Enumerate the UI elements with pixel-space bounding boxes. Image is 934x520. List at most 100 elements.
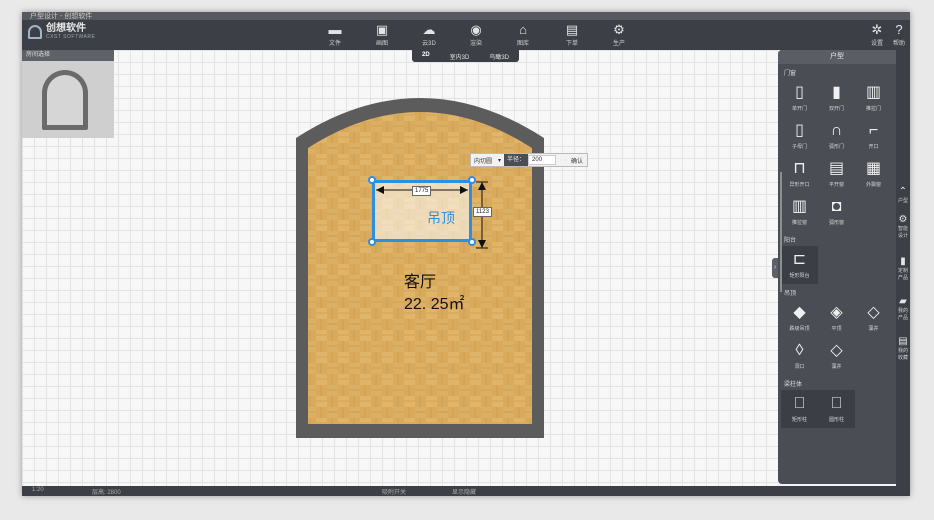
draw-icon: ▣	[375, 22, 389, 37]
round-column-icon: ⎕	[831, 395, 842, 412]
catalog-item[interactable]: ◘ 弧形窗	[818, 193, 855, 231]
catalog-item[interactable]: ⊓ 异形开口	[781, 155, 818, 193]
item-label: 开口	[868, 144, 879, 150]
strip-my-products[interactable]: ▰ 我的产品	[896, 296, 910, 321]
app-window: 户型设计 - 创想软件 创想软件 CXST SOFTWARE ▬ 文件 ▣ 画图…	[22, 12, 910, 496]
hole-icon: ◊	[795, 342, 804, 359]
stepped-ceiling-icon: ◆	[793, 304, 806, 321]
strip-label: 户型	[897, 198, 908, 204]
item-label: 矩形阳台	[789, 273, 810, 279]
strip-label: 我的收藏	[897, 348, 908, 361]
toolbar-file-button[interactable]: ▬ 文件	[318, 23, 352, 48]
toolbar-render-button[interactable]: ◉ 渲染	[459, 22, 493, 48]
catalog-item[interactable]: ◊ 洞口	[781, 337, 818, 375]
item-label: 推拉门	[865, 106, 881, 112]
catalog-item[interactable]: ▮ 双开门	[818, 79, 855, 117]
catalog-item[interactable]: ◇ 藻井	[855, 299, 892, 337]
bay-window-icon: ▦	[865, 160, 882, 177]
toolbar-order-button[interactable]: ▤ 下单	[555, 22, 589, 48]
favorite-icon: ▤	[898, 336, 908, 347]
sliding-door-icon: ▥	[865, 84, 882, 101]
logo-subtext: CXST SOFTWARE	[46, 34, 96, 40]
floor-plan[interactable]	[294, 88, 546, 438]
toolbar-cloud3d-button[interactable]: ☁ 云3D	[412, 23, 446, 48]
catalog-item[interactable]: ▦ 外飘窗	[855, 155, 892, 193]
help-button[interactable]: ? 帮助	[888, 23, 910, 48]
catalog-item[interactable]: ⎕ 圆形柱	[818, 390, 855, 428]
shape-select[interactable]: 内切圆	[471, 156, 495, 165]
toolbar-library-button[interactable]: ⌂ 图库	[506, 23, 540, 48]
room-selector[interactable]: 房间选择	[22, 50, 114, 138]
casement-window-icon: ▤	[828, 160, 845, 177]
snap-toggle[interactable]: 吸附开关	[382, 487, 406, 496]
strip-floorplan[interactable]: ⌃ 户型	[896, 186, 910, 204]
order-icon: ▤	[565, 22, 579, 37]
tab-interior-3d[interactable]: 室内3D	[440, 50, 480, 62]
catalog-item[interactable]: ▤ 平开窗	[818, 155, 855, 193]
room-area: 22. 25㎡	[404, 296, 465, 313]
toolbar-label: 生产	[612, 41, 625, 47]
item-label: 单开门	[791, 106, 807, 112]
tab-aerial-3d[interactable]: 鸟瞰3D	[479, 50, 519, 62]
strip-custom-products[interactable]: ▮ 定制产品	[896, 256, 910, 281]
height-dimension[interactable]: 1123	[473, 207, 492, 217]
room-name[interactable]: 客厅	[404, 268, 436, 292]
strip-label: 定制产品	[897, 268, 908, 281]
section-title-doors-windows: 门窗	[784, 71, 797, 77]
item-label: 跌级吊顶	[789, 326, 810, 332]
catalog-item[interactable]: ⊏ 矩形阳台	[781, 246, 818, 284]
chat-icon: ▰	[899, 296, 907, 307]
chevron-up-icon: ⌃	[898, 186, 908, 197]
item-label: 平顶	[831, 326, 842, 332]
chevron-down-icon[interactable]: ▾	[495, 157, 504, 164]
toolbar-draw-button[interactable]: ▣ 画图	[365, 22, 399, 48]
ceiling-grid: ◆ 跌级吊顶 ◈ 平顶 ◇ 藻井 ◊ 洞口 ◇ 藻井	[778, 299, 896, 375]
width-dimension[interactable]: 1775	[412, 186, 432, 196]
toolbar-label: 帮助	[892, 41, 905, 47]
opening-icon: ⌐	[868, 122, 879, 139]
logo-icon	[28, 25, 42, 39]
visibility-toggle[interactable]: 显示隐藏	[452, 487, 476, 496]
panel-collapse-button[interactable]: ›	[772, 258, 778, 278]
catalog-item[interactable]: ▥ 推拉门	[855, 79, 892, 117]
catalog-item[interactable]: ▯ 子母门	[781, 117, 818, 155]
catalog-item[interactable]: ⎕ 矩形柱	[781, 390, 818, 428]
catalog-item[interactable]: ∩ 弧形门	[818, 117, 855, 155]
coffer-ceiling-icon: ◇	[830, 342, 843, 359]
doors-windows-grid: ▯ 单开门 ▮ 双开门 ▥ 推拉门 ▯ 子母门 ∩ 弧形门 ⌐ 开口 ⊓ 异形开口 ▤ 平开窗 …	[778, 79, 896, 231]
logo-text: 创想软件	[46, 23, 86, 34]
zoom-readout: 1:20	[32, 487, 44, 493]
item-label: 圆形柱	[828, 417, 844, 423]
item-label: 外飘窗	[865, 182, 881, 188]
arch-door-icon: ∩	[830, 122, 843, 139]
chevron-right-icon: ›	[773, 264, 777, 271]
confirm-button[interactable]: 确认	[568, 156, 586, 165]
room-selector-title: 房间选择	[22, 50, 114, 61]
single-door-icon: ▯	[795, 84, 804, 101]
section-title-columns: 梁柱体	[784, 382, 803, 388]
room-thumbnail[interactable]	[42, 70, 88, 130]
radius-input[interactable]: 200	[528, 155, 557, 165]
catalog-item[interactable]: ◇ 藻井	[818, 337, 855, 375]
item-label: 藻井	[831, 364, 842, 370]
section-title-ceiling: 吊顶	[784, 291, 797, 297]
item-label: 平开窗	[828, 182, 844, 188]
mother-child-door-icon: ▯	[795, 122, 804, 139]
strip-smart-design[interactable]: ⚙ 智能设计	[896, 214, 910, 239]
item-label: 藻井	[868, 326, 879, 332]
catalog-item[interactable]: ⌐ 开口	[855, 117, 892, 155]
tab-2d[interactable]: 2D	[412, 50, 440, 62]
rect-balcony-icon: ⊏	[792, 251, 807, 268]
toolbar-production-button[interactable]: ⚙ 生产	[602, 23, 636, 48]
strip-favorites[interactable]: ▤ 我的收藏	[896, 336, 910, 361]
render-icon: ◉	[470, 22, 482, 37]
settings-button[interactable]: ✲ 设置	[866, 22, 888, 48]
panel-scrollbar[interactable]	[780, 172, 782, 292]
catalog-item[interactable]: ◆ 跌级吊顶	[781, 299, 818, 337]
catalog-item[interactable]: ◈ 平顶	[818, 299, 855, 337]
catalog-item[interactable]: ▯ 单开门	[781, 79, 818, 117]
catalog-item[interactable]: ▥ 推拉窗	[781, 193, 818, 231]
item-label: 推拉窗	[791, 220, 807, 226]
toolbar-label: 渲染	[469, 41, 482, 47]
gear-icon: ✲	[871, 22, 883, 37]
